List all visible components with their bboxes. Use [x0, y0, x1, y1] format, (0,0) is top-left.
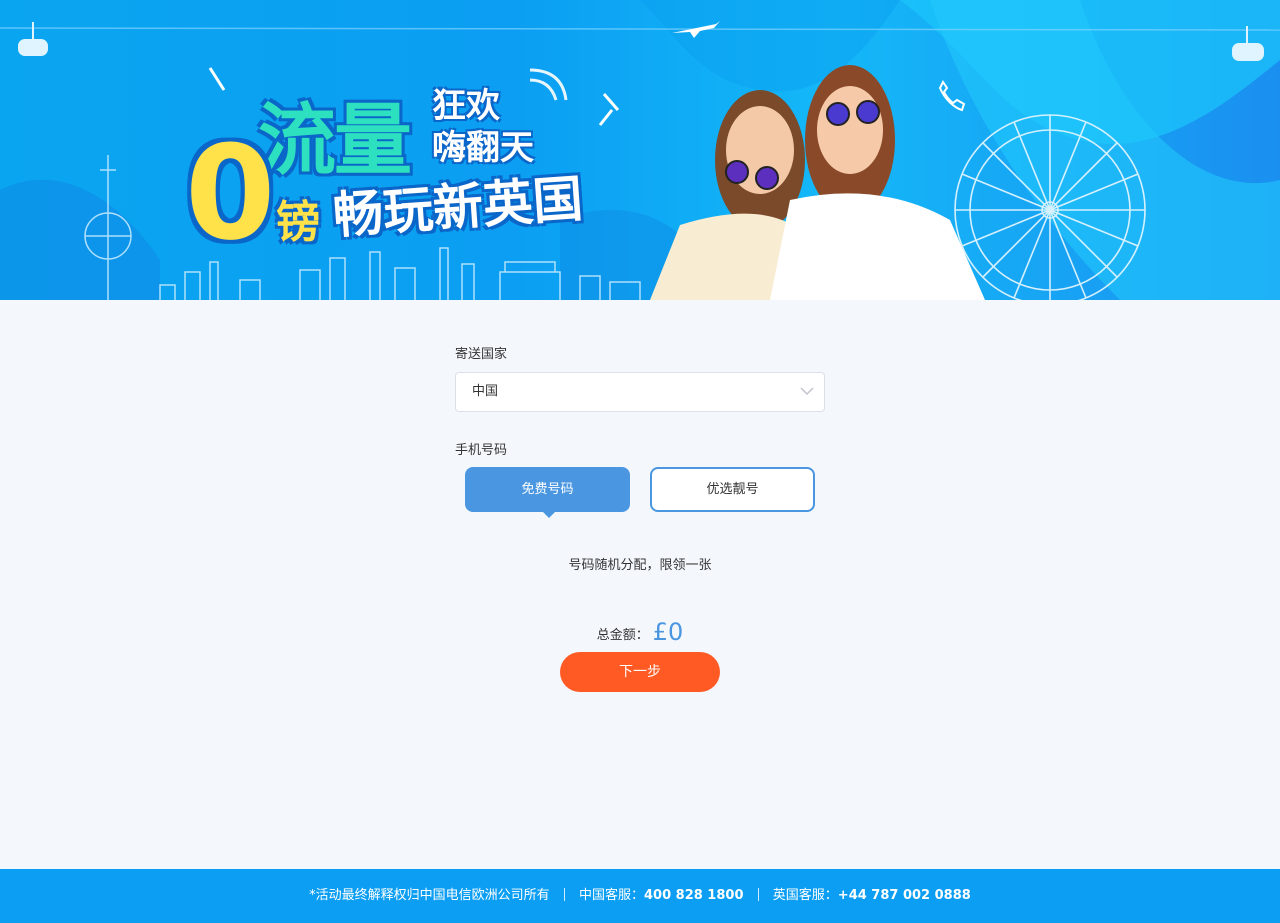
- free-number-button[interactable]: 免费号码: [465, 467, 630, 518]
- promo-banner: 流量 狂欢 嗨翻天 0 镑 畅玩新英国: [0, 0, 1280, 300]
- country-select[interactable]: 中国: [455, 372, 825, 412]
- banner-headline-small-2: 嗨翻天: [432, 128, 534, 168]
- footer-divider: [563, 888, 565, 901]
- country-select-value: 中国: [472, 384, 499, 399]
- country-label: 寄送国家: [455, 347, 508, 362]
- uk-service-number: +44 787 002 0888: [837, 888, 971, 903]
- number-hint: 号码随机分配，限领一张: [568, 558, 712, 573]
- total-row: 总金额： £0: [455, 618, 825, 646]
- premium-number-button[interactable]: 优选靓号: [650, 467, 815, 512]
- banner-headline-bang: 镑: [276, 197, 320, 248]
- phone-label: 手机号码: [455, 443, 508, 458]
- china-service-number: 400 828 1800: [643, 888, 744, 903]
- banner-headline-zero: 0: [185, 117, 276, 269]
- china-service-label: 中国客服：: [578, 888, 644, 903]
- total-amount: £0: [652, 618, 684, 646]
- footer-divider: [757, 888, 759, 901]
- footer: *活动最终解释权归中国电信欧洲公司所有 中国客服：400 828 1800 英国…: [0, 869, 1280, 923]
- total-label: 总金额：: [596, 628, 649, 643]
- uk-service-label: 英国客服：: [772, 888, 838, 903]
- next-step-button[interactable]: 下一步: [560, 652, 720, 692]
- footer-disclaimer: *活动最终解释权归中国电信欧洲公司所有: [309, 888, 550, 903]
- chevron-down-icon: [800, 387, 814, 396]
